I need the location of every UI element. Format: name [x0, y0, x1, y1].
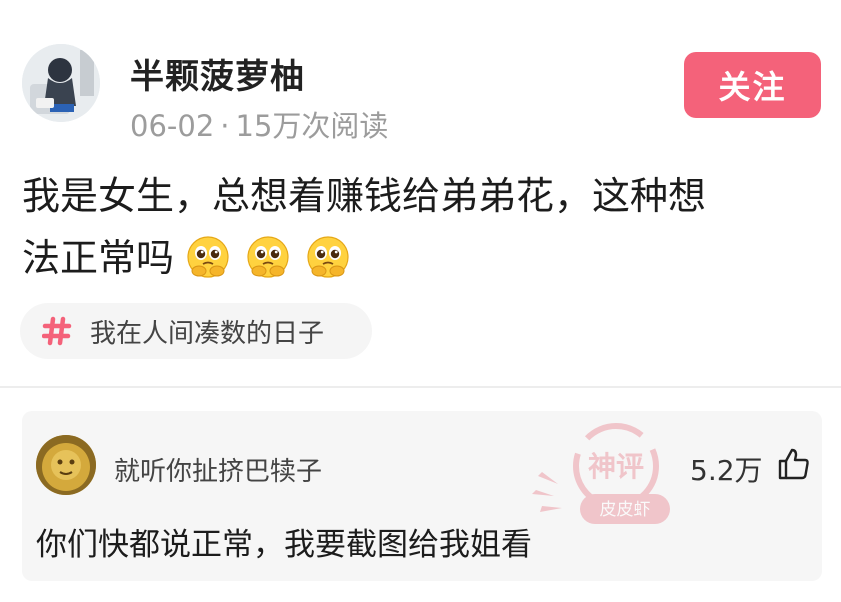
topic-label: 我在人间凑数的日子 [90, 318, 325, 349]
post-card: 半颗菠萝柚 06-02 · 15万次阅读 关注 我是女生，总想着赚钱给弟弟花，这种想… [0, 0, 841, 386]
post-text-line-2: 法正常吗 [22, 227, 822, 289]
author-avatar[interactable] [22, 44, 100, 122]
top-comment[interactable]: 就听你扯挤巴犊子 5.2万 你们快都说正常，我要截图给我姐看 [22, 411, 822, 581]
post-date: 06-02 [130, 109, 215, 143]
commenter-name[interactable]: 就听你扯挤巴犊子 [114, 451, 322, 488]
pleading-face-icon [247, 236, 289, 278]
like-count: 5.2万 [690, 454, 763, 487]
post-text-line-1: 我是女生，总想着赚钱给弟弟花，这种想 [22, 174, 707, 218]
comment-text: 你们快都说正常，我要截图给我姐看 [36, 527, 532, 563]
divider [0, 386, 841, 388]
emoji-row [174, 236, 354, 280]
follow-button[interactable]: 关注 [684, 52, 821, 118]
topic-tag[interactable]: 我在人间凑数的日子 [20, 303, 372, 359]
meta-separator: · [220, 109, 230, 143]
commenter-avatar[interactable] [36, 435, 96, 495]
thumbs-up-icon[interactable] [777, 447, 811, 481]
post-body: 我是女生，总想着赚钱给弟弟花，这种想 法正常吗 [22, 165, 822, 289]
post-meta: 06-02 · 15万次阅读 [130, 103, 388, 145]
pleading-face-icon [187, 236, 229, 278]
hashtag-icon [42, 316, 72, 346]
post-text-line-2-text: 法正常吗 [22, 236, 175, 280]
read-count: 15万次阅读 [235, 109, 389, 143]
author-name[interactable]: 半颗菠萝柚 [130, 49, 305, 98]
pleading-face-icon [307, 236, 349, 278]
